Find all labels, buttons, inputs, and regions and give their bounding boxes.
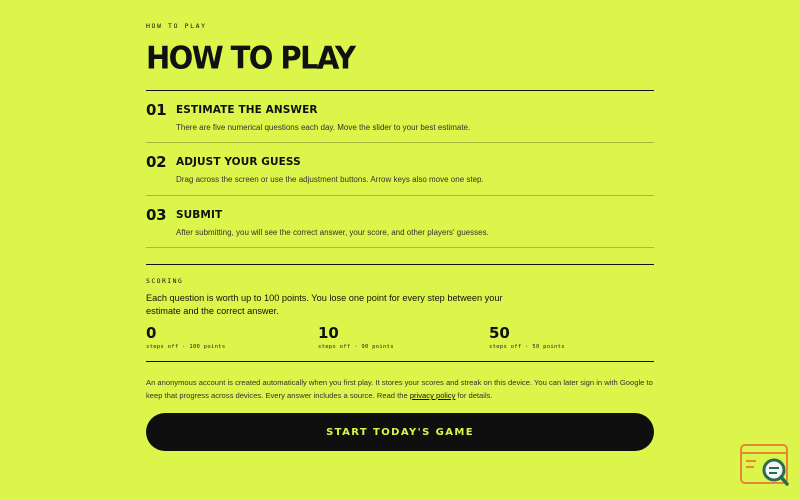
start-game-button[interactable]: START TODAY'S GAME: [146, 413, 654, 451]
search-logo-icon: [740, 444, 790, 488]
scoring-divider: [146, 264, 654, 265]
score-example-label: steps off · 50 points: [489, 344, 565, 350]
step-description: After submitting, you will see the corre…: [176, 228, 489, 237]
title-divider: [146, 90, 654, 91]
step-divider: [146, 142, 654, 143]
start-game-label: START TODAY'S GAME: [326, 426, 474, 438]
score-example-steps: 0: [146, 324, 157, 342]
score-example-label: steps off · 90 points: [318, 344, 394, 350]
footer-divider: [146, 361, 654, 362]
account-notice: An anonymous account is created automati…: [146, 376, 654, 402]
step-title: ADJUST YOUR GUESS: [176, 156, 301, 168]
score-example-steps: 10: [318, 324, 339, 342]
account-notice-text: An anonymous account is created automati…: [146, 378, 653, 400]
privacy-policy-link[interactable]: privacy policy: [410, 391, 456, 400]
score-example: 0 steps off · 100 points: [146, 324, 306, 351]
eyebrow-label: HOW TO PLAY: [146, 22, 207, 30]
step-number: 02: [146, 153, 167, 171]
step-title: ESTIMATE THE ANSWER: [176, 104, 318, 116]
score-example: 50 steps off · 50 points: [489, 324, 649, 351]
step-divider: [146, 195, 654, 196]
scoring-label: SCORING: [146, 277, 184, 285]
score-example-label: steps off · 100 points: [146, 344, 226, 350]
score-example-steps: 50: [489, 324, 510, 342]
step-title: SUBMIT: [176, 209, 223, 221]
step-number: 01: [146, 101, 167, 119]
page-title: HOW TO PLAY: [146, 39, 356, 76]
account-notice-tail: for details.: [455, 391, 493, 400]
step-number: 03: [146, 206, 167, 224]
score-example: 10 steps off · 90 points: [318, 324, 478, 351]
step-divider: [146, 247, 654, 248]
scoring-description: Each question is worth up to 100 points.…: [146, 293, 503, 316]
step-description: Drag across the screen or use the adjust…: [176, 175, 484, 184]
step-description: There are five numerical questions each …: [176, 123, 471, 132]
how-to-play-page: HOW TO PLAY HOW TO PLAY 01 ESTIMATE THE …: [0, 0, 800, 500]
